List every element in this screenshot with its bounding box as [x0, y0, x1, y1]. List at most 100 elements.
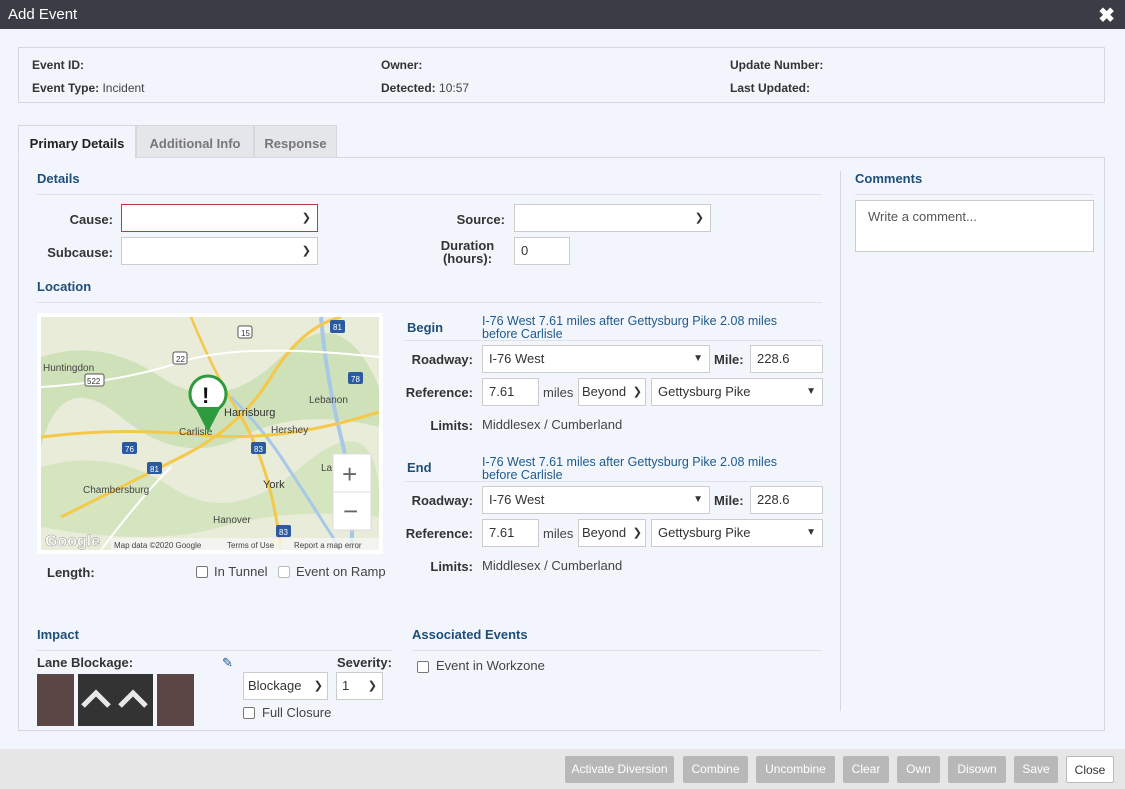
end-reference-point-select[interactable]: Gettysburg Pike ▼	[651, 519, 823, 547]
impact-heading: Impact	[37, 627, 79, 642]
combine-button[interactable]: Combine	[683, 756, 748, 783]
exclamation-icon: !	[202, 383, 209, 408]
source-label: Source:	[456, 212, 505, 227]
full-closure-checkbox[interactable]	[243, 707, 255, 719]
dialog-title-bar: Add Event ✖	[0, 0, 1125, 29]
close-icon[interactable]: ✖	[1098, 3, 1115, 28]
dialog-title: Add Event	[8, 6, 78, 23]
map-attribution: Map data ©2020 Google	[114, 541, 202, 550]
cause-label: Cause:	[69, 212, 113, 227]
lane-travel-1[interactable]	[78, 674, 115, 726]
activate-diversion-button[interactable]: Activate Diversion	[565, 756, 674, 783]
chevron-down-icon: ❯	[313, 680, 323, 692]
cause-select[interactable]: ❯	[121, 204, 318, 232]
caret-down-icon: ▼	[693, 353, 703, 364]
route-shield-label: 83	[254, 445, 263, 454]
event-in-workzone-label: Event in Workzone	[436, 658, 545, 673]
map-place-label: Lebanon	[309, 395, 348, 406]
end-description[interactable]: I-76 West 7.61 miles after Gettysburg Pi…	[482, 456, 777, 482]
route-shield-label: 81	[333, 323, 342, 332]
blockage-type-select[interactable]: Blockage ❯	[243, 672, 328, 700]
event-on-ramp-label: Event on Ramp	[296, 564, 386, 579]
begin-reference-point-select[interactable]: Gettysburg Pike ▼	[651, 378, 823, 406]
chevron-down-icon: ❯	[632, 386, 642, 398]
caret-down-icon: ▼	[806, 527, 816, 538]
details-heading: Details	[37, 171, 80, 186]
map-place-label: Chambersburg	[83, 485, 149, 496]
route-shield-label: 15	[241, 329, 250, 338]
end-direction-select[interactable]: Beyond ❯	[578, 519, 646, 547]
tab-primary-details[interactable]: Primary Details	[18, 125, 136, 159]
uncombine-button[interactable]: Uncombine	[756, 756, 835, 783]
chevron-down-icon: ❯	[694, 212, 704, 224]
comment-textarea[interactable]: Write a comment...	[855, 200, 1094, 252]
end-divider	[405, 481, 822, 482]
lane-shoulder-right[interactable]	[157, 674, 194, 726]
edit-pencil-icon[interactable]: ✎	[222, 655, 233, 671]
lane-blockage-label: Lane Blockage:	[37, 655, 134, 670]
end-mile-label: Mile:	[714, 493, 744, 508]
begin-description[interactable]: I-76 West 7.61 miles after Gettysburg Pi…	[482, 315, 777, 341]
comments-heading: Comments	[855, 171, 923, 186]
begin-mile-input[interactable]: 228.6	[750, 345, 823, 373]
end-roadway-label: Roadway:	[411, 493, 473, 508]
begin-reference-input[interactable]: 7.61	[482, 378, 539, 406]
location-heading: Location	[37, 279, 92, 294]
event-type: Event Type: Incident	[32, 81, 145, 95]
location-map[interactable]: Huntingdon Harrisburg Lebanon Carlisle H…	[37, 313, 383, 554]
route-shield-label: 522	[87, 377, 101, 386]
chevron-down-icon: ❯	[301, 212, 311, 224]
full-closure-label: Full Closure	[262, 705, 332, 720]
end-limits-label: Limits:	[430, 559, 473, 574]
own-button[interactable]: Own	[897, 756, 940, 783]
event-in-workzone-checkbox[interactable]	[417, 661, 429, 673]
duration-input[interactable]: 0	[514, 237, 570, 265]
tab-additional-info[interactable]: Additional Info	[136, 125, 254, 159]
chevron-up-icon	[81, 689, 111, 708]
map-terms-link[interactable]: Terms of Use	[227, 541, 275, 550]
map-place-label: York	[263, 479, 285, 491]
associated-events-heading: Associated Events	[412, 627, 528, 642]
subcause-select[interactable]: ❯	[121, 237, 318, 265]
lane-travel-2[interactable]	[115, 674, 153, 726]
details-divider	[37, 194, 822, 195]
tab-response[interactable]: Response	[254, 125, 337, 159]
disown-button[interactable]: Disown	[948, 756, 1006, 783]
google-logo: Google	[45, 533, 100, 550]
end-mile-input[interactable]: 228.6	[750, 486, 823, 514]
end-reference-input[interactable]: 7.61	[482, 519, 539, 547]
owner: Owner:	[381, 58, 423, 72]
begin-direction-select[interactable]: Beyond ❯	[578, 378, 646, 406]
source-select[interactable]: ❯	[514, 204, 711, 232]
end-heading: End	[407, 460, 432, 475]
save-button[interactable]: Save	[1014, 756, 1058, 783]
event-info-box: Event ID: Event Type: Incident Owner: De…	[18, 47, 1105, 103]
map-report-link[interactable]: Report a map error	[294, 541, 362, 550]
begin-heading: Begin	[407, 320, 444, 335]
route-shield-label: 81	[150, 465, 159, 474]
map-place-label: Hershey	[271, 425, 308, 436]
close-button[interactable]: Close	[1066, 756, 1114, 783]
severity-select[interactable]: 1 ❯	[336, 672, 383, 700]
plus-icon: +	[342, 459, 357, 489]
location-divider	[37, 302, 822, 303]
begin-reference-label: Reference:	[405, 385, 473, 400]
begin-mile-label: Mile:	[714, 352, 744, 367]
end-roadway-select[interactable]: I-76 West ▼	[482, 486, 710, 514]
lane-shoulder-left[interactable]	[37, 674, 74, 726]
in-tunnel-checkbox[interactable]	[196, 566, 208, 578]
event-id: Event ID:	[32, 58, 85, 72]
subcause-label: Subcause:	[47, 245, 113, 260]
caret-down-icon: ▼	[693, 494, 703, 505]
event-on-ramp-checkbox[interactable]	[278, 566, 290, 578]
update-number: Update Number:	[730, 58, 824, 72]
caret-down-icon: ▼	[806, 386, 816, 397]
begin-roadway-select[interactable]: I-76 West ▼	[482, 345, 710, 373]
end-reference-label: Reference:	[405, 526, 473, 541]
begin-roadway-label: Roadway:	[411, 352, 473, 367]
clear-button[interactable]: Clear	[843, 756, 889, 783]
severity-label: Severity:	[337, 655, 392, 670]
chevron-down-icon: ❯	[367, 680, 377, 692]
duration-label: Duration (hours):	[440, 238, 495, 266]
comments-divider	[840, 171, 841, 711]
